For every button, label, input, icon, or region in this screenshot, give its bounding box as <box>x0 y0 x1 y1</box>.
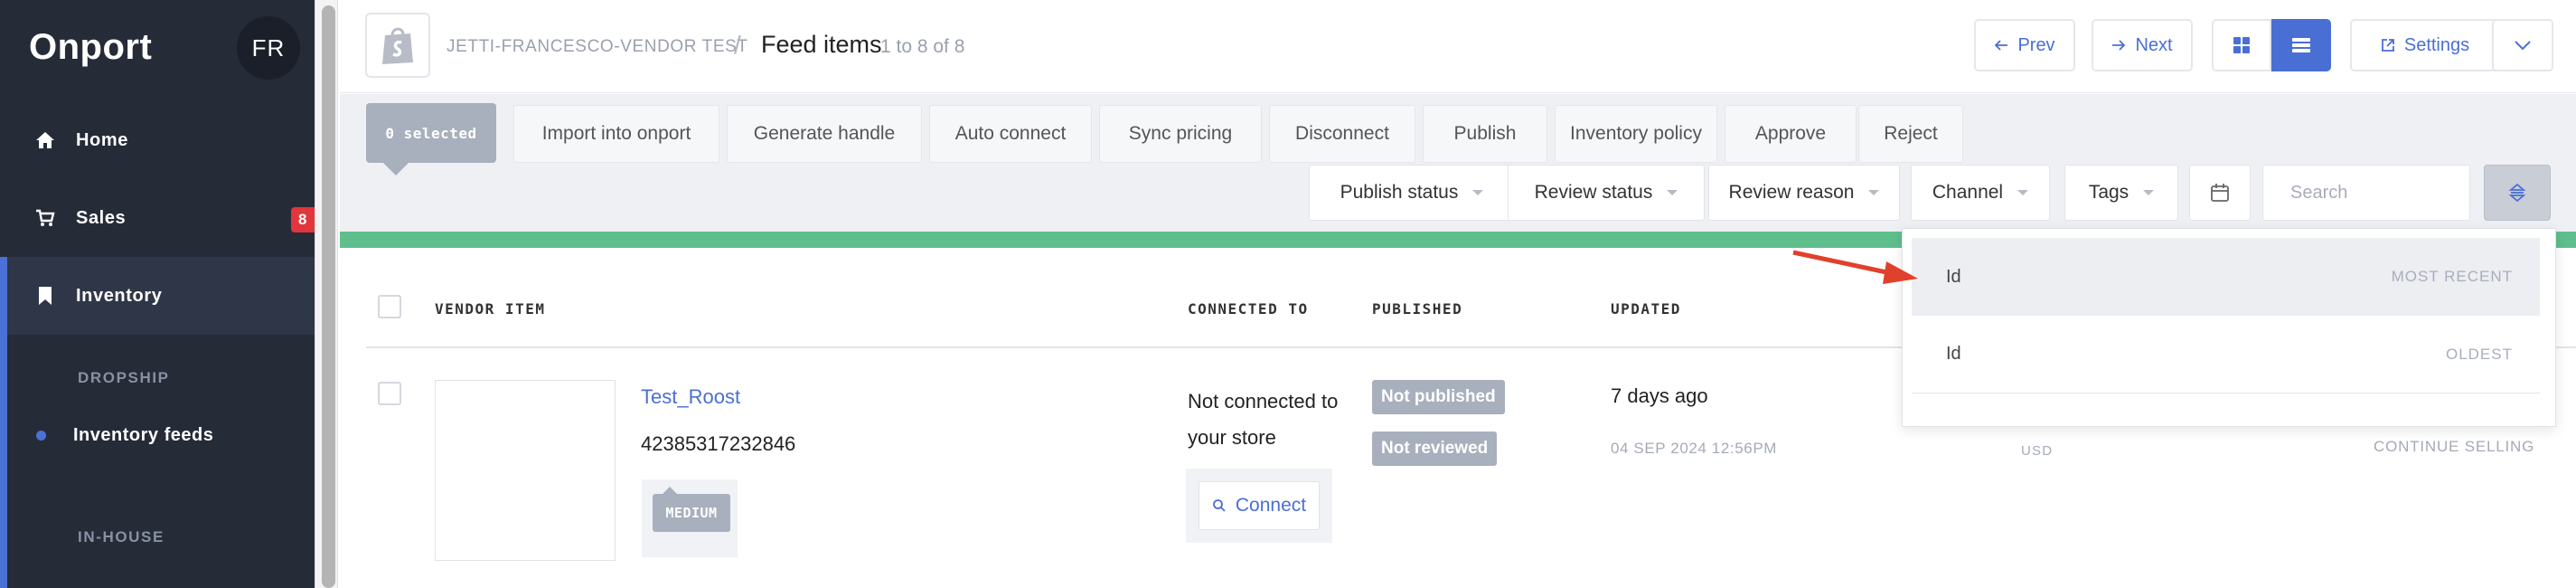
sidebar: Onport FR Home Sales 8 Inventory DROPSHI… <box>0 0 318 588</box>
arrow-right-icon <box>2112 40 2126 51</box>
search-input[interactable] <box>2262 165 2470 221</box>
next-button[interactable]: Next <box>2092 19 2193 71</box>
chevron-down-icon <box>2515 41 2531 51</box>
filter-review-status[interactable]: Review status <box>1508 165 1705 221</box>
review-status-badge: Not reviewed <box>1372 432 1498 466</box>
scrollbar-thumb[interactable] <box>322 5 335 588</box>
page-title: Feed items <box>761 31 882 58</box>
auto-connect-button[interactable]: Auto connect <box>929 105 1092 163</box>
arrow-left-icon <box>1995 40 2008 51</box>
section-in-house: IN-HOUSE <box>78 528 165 545</box>
connection-status: Not connected to your store <box>1188 390 1339 449</box>
sort-order: OLDEST <box>2445 345 2513 363</box>
bookmark-icon <box>34 285 56 307</box>
import-into-onport-button[interactable]: Import into onport <box>513 105 719 163</box>
publish-button[interactable]: Publish <box>1423 105 1547 163</box>
product-image[interactable] <box>435 380 616 561</box>
prev-button[interactable]: Prev <box>1974 19 2075 71</box>
selected-pointer <box>383 163 409 175</box>
currency-label: USD <box>2021 443 2054 459</box>
active-indicator <box>0 257 7 588</box>
filter-publish-status[interactable]: Publish status <box>1309 165 1515 221</box>
sort-field: Id <box>1946 266 1961 287</box>
updated-relative: 7 days ago <box>1611 384 1708 407</box>
sidebar-item-inventory[interactable]: Inventory <box>0 257 315 335</box>
sort-field: Id <box>1946 344 1961 364</box>
cart-icon <box>34 207 56 229</box>
external-link-icon <box>2381 39 2394 52</box>
inventory-policy-label: CONTINUE SELLING <box>2374 438 2535 455</box>
list-view-button[interactable] <box>2271 19 2331 71</box>
sort-option-id-most-recent[interactable]: Id MOST RECENT <box>1912 238 2540 316</box>
connect-label: Connect <box>1235 495 1307 516</box>
filter-label: Review reason <box>1728 182 1855 203</box>
approve-button[interactable]: Approve <box>1725 105 1857 163</box>
caret-down-icon <box>1868 190 1880 195</box>
item-id: 42385317232846 <box>641 432 796 455</box>
updated-timestamp: 04 SEP 2024 12:56PM <box>1611 440 1778 457</box>
column-header-published[interactable]: PUBLISHED <box>1372 300 1462 318</box>
select-all-checkbox[interactable] <box>378 295 401 318</box>
priority-tag: MEDIUM <box>653 494 730 532</box>
generate-handle-button[interactable]: Generate handle <box>727 105 922 163</box>
sort-option-id-oldest[interactable]: Id OLDEST <box>1912 316 2540 394</box>
sidebar-item-inventory-feeds[interactable]: Inventory feeds <box>36 425 213 446</box>
list-icon <box>2292 38 2310 52</box>
breadcrumb-store[interactable]: JETTI-FRANCESCO-VENDOR TEST <box>447 37 748 57</box>
sidebar-item-label: Sales <box>76 207 127 228</box>
filter-label: Tags <box>2088 182 2129 203</box>
section-dropship: DROPSHIP <box>78 369 170 386</box>
prev-label: Prev <box>2017 34 2055 55</box>
selected-count: 0 selected <box>366 103 496 163</box>
sidebar-item-label: Home <box>76 129 128 150</box>
column-header-vendor-item[interactable]: VENDOR ITEM <box>435 300 545 318</box>
active-dot-icon <box>36 431 46 441</box>
caret-down-icon <box>2143 190 2155 195</box>
filter-label: Channel <box>1932 182 2004 203</box>
filter-review-reason[interactable]: Review reason <box>1708 165 1900 221</box>
sort-icon <box>2508 183 2526 203</box>
user-avatar[interactable]: FR <box>237 16 300 80</box>
sidebar-item-sales[interactable]: Sales <box>0 179 315 257</box>
caret-down-icon <box>1472 190 1484 195</box>
sort-order: MOST RECENT <box>2391 268 2513 285</box>
sidebar-subitem-label: Inventory feeds <box>73 425 214 445</box>
date-filter-button[interactable] <box>2189 165 2251 221</box>
sort-dropdown: Id MOST RECENT Id OLDEST <box>1902 228 2556 427</box>
grid-icon <box>2233 37 2250 53</box>
next-label: Next <box>2135 34 2173 55</box>
item-count: 1 to 8 of 8 <box>880 36 965 57</box>
filter-label: Review status <box>1534 182 1653 203</box>
filter-channel[interactable]: Channel <box>1911 165 2050 221</box>
shopify-bag-icon <box>365 13 430 78</box>
brand-logo[interactable]: Onport <box>29 27 152 68</box>
filter-tags[interactable]: Tags <box>2064 165 2178 221</box>
grid-view-button[interactable] <box>2212 19 2271 71</box>
row-checkbox[interactable] <box>378 382 401 405</box>
filter-label: Publish status <box>1340 182 1459 203</box>
sidebar-item-label: Inventory <box>76 285 163 306</box>
sort-button[interactable] <box>2484 165 2551 221</box>
item-name-link[interactable]: Test_Roost <box>641 385 740 409</box>
breadcrumb-separator: / <box>734 31 741 59</box>
settings-label: Settings <box>2403 34 2470 55</box>
disconnect-button[interactable]: Disconnect <box>1269 105 1415 163</box>
column-header-connected-to[interactable]: CONNECTED TO <box>1188 300 1309 318</box>
calendar-icon <box>2211 184 2229 202</box>
published-status-badge: Not published <box>1372 380 1505 414</box>
more-menu-button[interactable] <box>2492 19 2553 71</box>
column-header-updated[interactable]: UPDATED <box>1611 300 1681 318</box>
settings-button[interactable]: Settings <box>2350 19 2500 71</box>
reject-button[interactable]: Reject <box>1858 105 1963 163</box>
caret-down-icon <box>2017 190 2029 195</box>
home-icon <box>34 129 56 151</box>
caret-down-icon <box>1667 190 1678 195</box>
sidebar-item-home[interactable]: Home <box>0 101 315 179</box>
inventory-policy-button[interactable]: Inventory policy <box>1555 105 1717 163</box>
search-icon <box>1212 499 1226 512</box>
connect-button[interactable]: Connect <box>1199 481 1320 530</box>
sync-pricing-button[interactable]: Sync pricing <box>1099 105 1262 163</box>
